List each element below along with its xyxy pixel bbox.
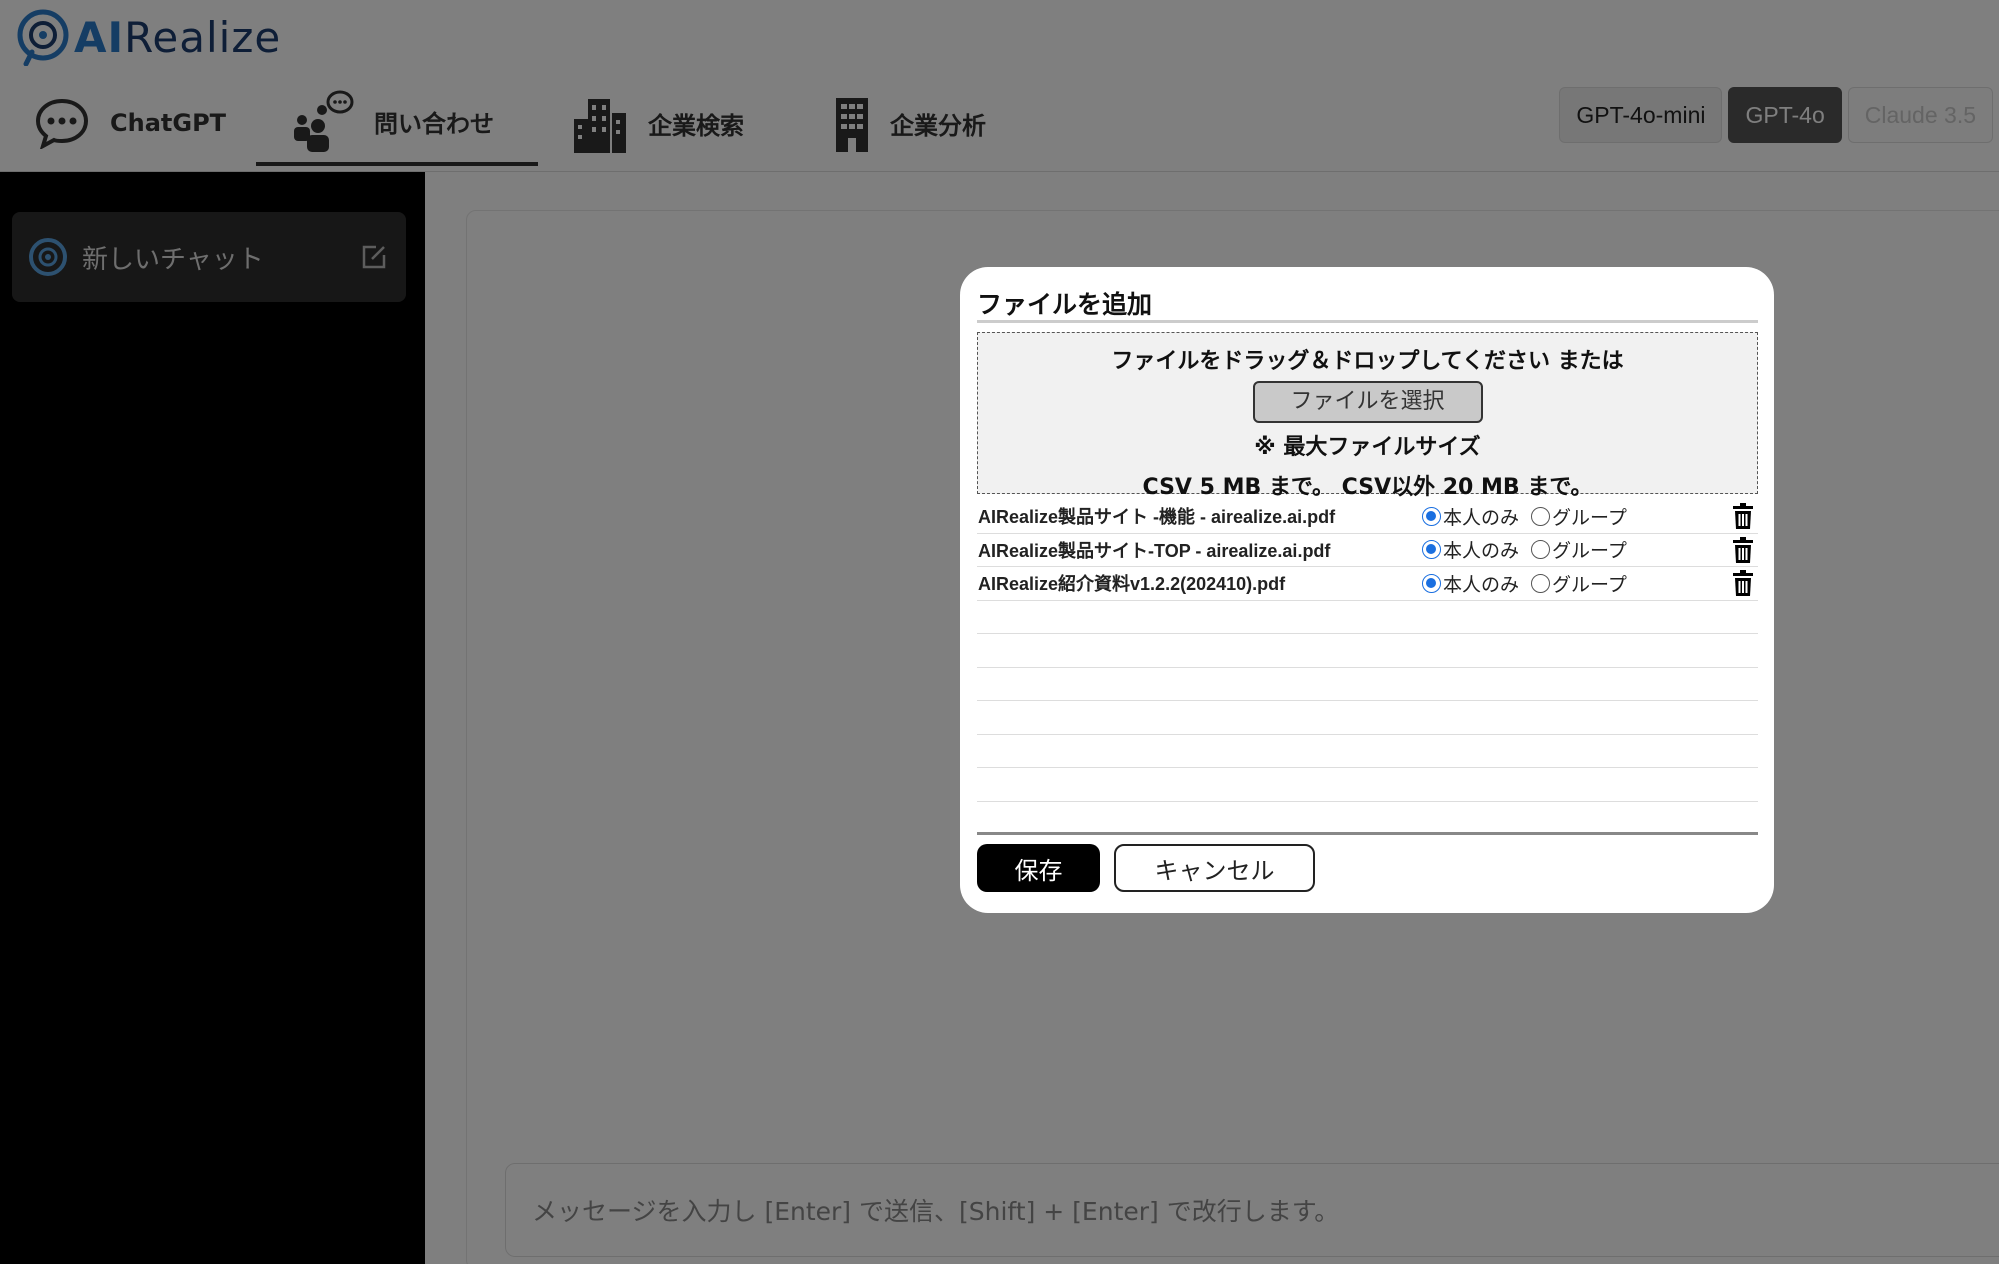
file-name: AIRealize製品サイト -機能 - airealize.ai.pdf bbox=[978, 507, 1336, 528]
radio-unselected-icon bbox=[1531, 573, 1551, 593]
file-name: AIRealize製品サイト-TOP - airealize.ai.pdf bbox=[978, 540, 1331, 561]
radio-selected-icon bbox=[1422, 540, 1441, 560]
file-dropzone[interactable]: ファイルをドラッグ＆ドロップしてください または ファイルを選択 ※ 最大ファイ… bbox=[977, 332, 1758, 500]
radio-selected-icon bbox=[1422, 573, 1441, 593]
empty-row bbox=[977, 634, 1758, 668]
max-size-note: ※ 最大ファイルサイズ bbox=[1254, 435, 1481, 460]
radio-self-only[interactable]: 本人のみ bbox=[1422, 503, 1519, 530]
radio-unselected-icon bbox=[1531, 540, 1551, 560]
visibility-radio-group: 本人のみ グループ bbox=[1422, 570, 1712, 597]
radio-unselected-icon bbox=[1531, 506, 1551, 526]
add-file-dialog: ファイルを追加 ファイルをドラッグ＆ドロップしてください または ファイルを選択… bbox=[960, 267, 1774, 913]
radio-group[interactable]: グループ bbox=[1531, 570, 1627, 597]
trash-icon[interactable] bbox=[1732, 503, 1754, 530]
dialog-actions: 保存 キャンセル bbox=[977, 844, 1758, 892]
drop-instruction: ファイルをドラッグ＆ドロップしてください または bbox=[1111, 349, 1624, 374]
file-row: AIRealize紹介資料v1.2.2(202410).pdf 本人のみ グルー… bbox=[977, 567, 1758, 601]
trash-icon[interactable] bbox=[1732, 570, 1754, 597]
empty-row bbox=[977, 668, 1758, 701]
file-name: AIRealize紹介資料v1.2.2(202410).pdf bbox=[978, 574, 1286, 595]
file-row: AIRealize製品サイト-TOP - airealize.ai.pdf 本人… bbox=[977, 534, 1758, 567]
empty-row bbox=[977, 802, 1758, 835]
file-row: AIRealize製品サイト -機能 - airealize.ai.pdf 本人… bbox=[977, 500, 1758, 534]
visibility-radio-group: 本人のみ グループ bbox=[1422, 503, 1712, 530]
radio-selected-icon bbox=[1422, 506, 1441, 526]
file-list: AIRealize製品サイト -機能 - airealize.ai.pdf 本人… bbox=[977, 500, 1758, 835]
select-file-button[interactable]: ファイルを選択 bbox=[1252, 381, 1483, 423]
radio-self-only[interactable]: 本人のみ bbox=[1422, 570, 1519, 597]
radio-group[interactable]: グループ bbox=[1531, 536, 1627, 563]
radio-group[interactable]: グループ bbox=[1531, 503, 1627, 530]
empty-row bbox=[977, 701, 1758, 735]
visibility-radio-group: 本人のみ グループ bbox=[1422, 536, 1712, 563]
cancel-button[interactable]: キャンセル bbox=[1114, 844, 1315, 892]
save-button[interactable]: 保存 bbox=[977, 844, 1100, 892]
dialog-title: ファイルを追加 bbox=[977, 283, 1758, 323]
trash-icon[interactable] bbox=[1732, 536, 1754, 563]
radio-self-only[interactable]: 本人のみ bbox=[1422, 536, 1519, 563]
empty-row bbox=[977, 735, 1758, 768]
size-limits-text: CSV 5 MB まで。 CSV以外 20 MB まで。 bbox=[1142, 475, 1593, 500]
empty-row bbox=[977, 768, 1758, 802]
empty-row bbox=[977, 601, 1758, 634]
